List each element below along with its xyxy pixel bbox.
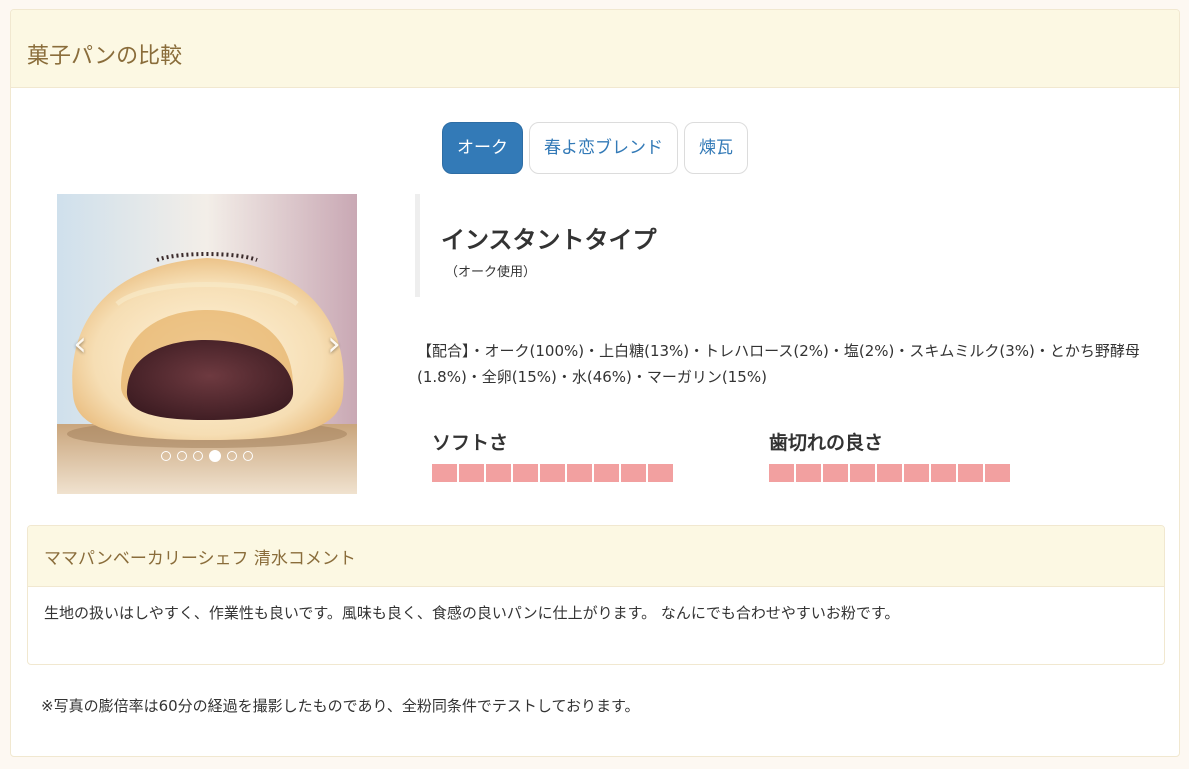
- carousel-dot[interactable]: [243, 451, 253, 461]
- rating-segment: [850, 464, 875, 482]
- panel-heading: 菓子パンの比較: [11, 10, 1179, 88]
- chef-comment-body: 生地の扱いはしやすく、作業性も良いです。風味も良く、食感の良いパンに仕上がります…: [44, 604, 900, 622]
- carousel-dot-active[interactable]: [209, 450, 221, 462]
- rating-segment: [432, 464, 457, 482]
- product-title: インスタントタイプ: [441, 226, 657, 254]
- rating-segment: [594, 464, 619, 482]
- rating-segment: [877, 464, 902, 482]
- carousel-dot[interactable]: [227, 451, 237, 461]
- bread-photo: [57, 194, 357, 494]
- bread-photo-carousel: ‹ ›: [57, 194, 357, 494]
- footnote: ※写真の膨倍率は60分の経過を撮影したものであり、全粉同条件でテストしております…: [41, 697, 640, 715]
- rating-segment: [931, 464, 956, 482]
- carousel-dot[interactable]: [161, 451, 171, 461]
- rating-segment: [540, 464, 565, 482]
- chevron-left-icon[interactable]: ‹: [65, 324, 95, 364]
- rating-segment: [904, 464, 929, 482]
- carousel-dot[interactable]: [177, 451, 187, 461]
- rating-segment: [486, 464, 511, 482]
- rating-segment: [621, 464, 646, 482]
- tab-haruyokoi-blend[interactable]: 春よ恋ブレンド: [529, 122, 678, 174]
- comparison-panel: 菓子パンの比較 オーク 春よ恋ブレンド 煉瓦 ‹ › インスタントタイプ （オー…: [10, 9, 1180, 757]
- product-type-box: インスタントタイプ （オーク使用）: [415, 194, 815, 297]
- rating-segment: [823, 464, 848, 482]
- recipe-text: 【配合】・オーク(100%)・上白糖(13%)・トレハロース(2%)・塩(2%)…: [417, 342, 1140, 386]
- tab-renga[interactable]: 煉瓦: [684, 122, 748, 174]
- page-title: 菓子パンの比較: [27, 44, 183, 69]
- rating-segment: [769, 464, 794, 482]
- carousel-indicators: [57, 450, 357, 462]
- chef-comment-panel: ママパンベーカリーシェフ 清水コメント 生地の扱いはしやすく、作業性も良いです。…: [27, 525, 1165, 665]
- tab-oak[interactable]: オーク: [442, 122, 523, 174]
- softness-metric: ソフトさ: [432, 428, 675, 482]
- rating-segment: [985, 464, 1010, 482]
- chef-comment-heading: ママパンベーカリーシェフ 清水コメント: [28, 526, 1164, 587]
- product-subtitle: （オーク使用）: [445, 265, 537, 280]
- rating-segment: [513, 464, 538, 482]
- rating-segment: [796, 464, 821, 482]
- softness-bar: [432, 464, 675, 482]
- chevron-right-icon[interactable]: ›: [319, 324, 349, 364]
- bite-bar: [769, 464, 1012, 482]
- carousel-dot[interactable]: [193, 451, 203, 461]
- flour-tabs: オーク 春よ恋ブレンド 煉瓦: [11, 122, 1179, 174]
- bite-label: 歯切れの良さ: [769, 432, 884, 454]
- softness-label: ソフトさ: [432, 432, 509, 454]
- rating-segment: [958, 464, 983, 482]
- rating-segment: [567, 464, 592, 482]
- rating-segment: [648, 464, 673, 482]
- bite-metric: 歯切れの良さ: [769, 428, 1012, 482]
- rating-segment: [459, 464, 484, 482]
